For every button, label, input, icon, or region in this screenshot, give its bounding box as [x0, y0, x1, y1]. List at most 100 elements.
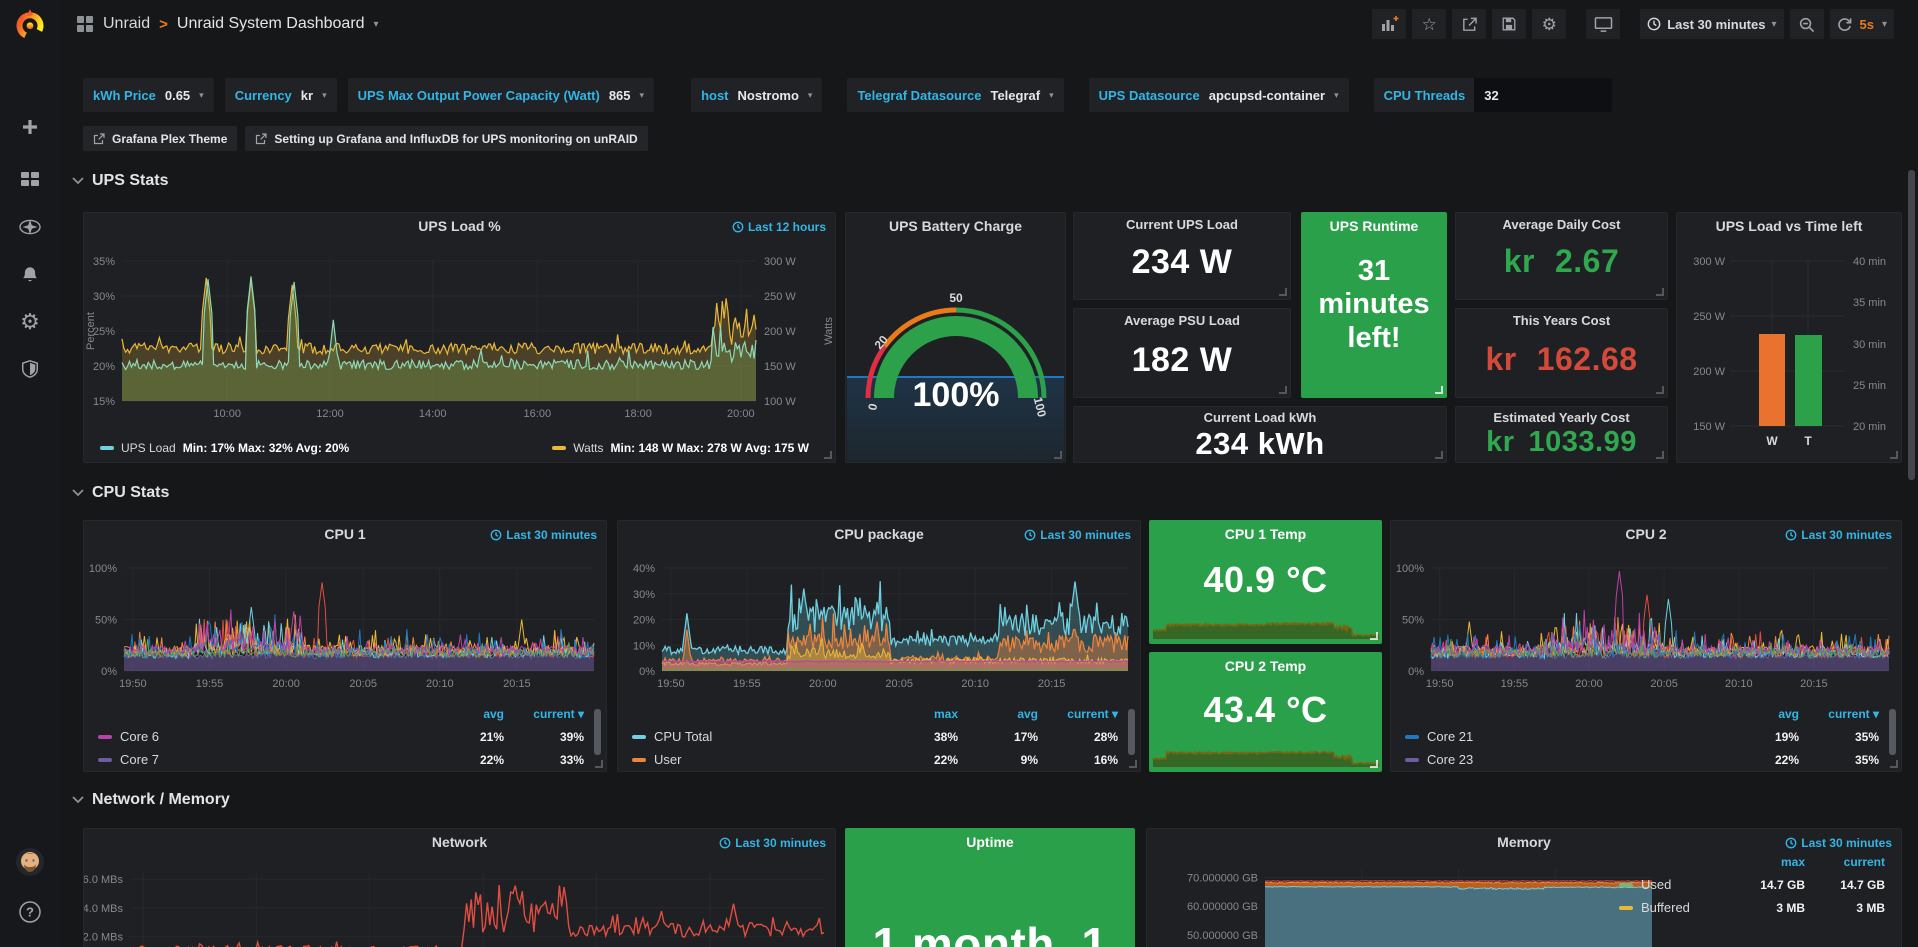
variable-value[interactable]: 0.65 [165, 88, 190, 103]
panel-title[interactable]: CPU 1 Temp [1150, 521, 1381, 548]
panel-title[interactable]: UPS Battery Charge [846, 213, 1065, 240]
stat-value: kr1033.99 [1456, 426, 1667, 459]
panel-title[interactable]: Average Daily Cost [1456, 213, 1667, 237]
breadcrumb-folder[interactable]: Unraid [103, 15, 150, 33]
variable-currency[interactable]: Currencykr▾ [225, 78, 337, 112]
svg-text:20:00: 20:00 [727, 408, 755, 420]
explore-compass-icon[interactable] [0, 207, 60, 247]
variable-label: UPS Datasource [1099, 88, 1200, 103]
time-range-picker[interactable]: Last 30 minutes ▾ [1640, 9, 1783, 39]
panel-title[interactable]: Average PSU Load [1074, 309, 1290, 333]
grafana-logo[interactable] [7, 2, 53, 48]
clock-icon [719, 837, 731, 849]
legend-series[interactable]: Core 21 [1405, 729, 1719, 744]
legend-sort-current[interactable]: current ▾ [1044, 707, 1118, 721]
legend-series[interactable]: Core 23 [1405, 752, 1719, 767]
dashboard-scrollbar[interactable] [1908, 170, 1915, 480]
svg-text:20:10: 20:10 [426, 678, 454, 690]
legend-sort-max[interactable]: max [1731, 855, 1805, 869]
external-link-icon [255, 133, 267, 145]
legend-item[interactable]: WattsMin: 148 W Max: 278 W Avg: 175 W [552, 441, 809, 455]
panel-title[interactable]: Current Load kWh [1074, 407, 1446, 427]
save-button[interactable] [1492, 9, 1526, 39]
panel-title[interactable]: UPS Load vs Time left [1677, 213, 1901, 240]
legend-sort-avg[interactable]: avg [430, 707, 504, 721]
panel-title[interactable]: Uptime [846, 829, 1134, 856]
tv-cycle-button[interactable] [1586, 9, 1620, 39]
svg-text:60.000000 GB: 60.000000 GB [1187, 901, 1258, 913]
legend-item[interactable]: UPS LoadMin: 17% Max: 32% Avg: 20% [100, 441, 349, 455]
variable-value[interactable]: Telegraf [990, 88, 1040, 103]
create-plus-icon[interactable] [0, 107, 60, 147]
variable-input[interactable]: 32 [1474, 78, 1612, 112]
share-button[interactable] [1452, 9, 1486, 39]
variable-value[interactable]: apcupsd-container [1209, 88, 1325, 103]
legend-series[interactable]: CPU Total [632, 729, 878, 744]
series-color-swatch [98, 758, 112, 762]
legend-scrollbar[interactable] [1128, 709, 1135, 755]
legend-series[interactable]: Core 6 [98, 729, 424, 744]
dashboard-settings-gear-button[interactable]: ⚙ [1532, 9, 1566, 39]
legend-scrollbar[interactable] [1889, 709, 1896, 755]
dashboard-title[interactable]: Unraid System Dashboard [177, 15, 365, 33]
refresh-interval[interactable]: 5s [1860, 17, 1874, 32]
svg-text:30 min: 30 min [1853, 339, 1886, 351]
panel-title[interactable]: UPS Runtime [1302, 213, 1446, 240]
variable-ups-max-output-power-capacity-watt-[interactable]: UPS Max Output Power Capacity (Watt)865▾ [348, 78, 654, 112]
zoom-out-button[interactable] [1790, 9, 1824, 39]
legend-sort-max[interactable]: max [884, 707, 958, 721]
variable-kwh-price[interactable]: kWh Price0.65▾ [83, 78, 214, 112]
legend-sort-avg[interactable]: avg [1725, 707, 1799, 721]
add-panel-button[interactable] [1372, 9, 1406, 39]
user-avatar[interactable] [0, 842, 60, 882]
panel-title[interactable]: Estimated Yearly Cost [1456, 407, 1667, 427]
legend-series[interactable]: Buffered [1619, 900, 1725, 915]
clock-icon [732, 221, 744, 233]
refresh-button[interactable]: 5s ▾ [1830, 9, 1895, 39]
svg-text:300 W: 300 W [1693, 256, 1725, 268]
legend-series[interactable]: Used [1619, 877, 1725, 892]
legend-table: avgcurrent ▾Core 2119%35%Core 2322%35% [1405, 707, 1879, 767]
dashboard-link[interactable]: Grafana Plex Theme [83, 126, 237, 151]
legend-sort-current[interactable]: current ▾ [1805, 707, 1879, 721]
variable-label: Currency [235, 88, 292, 103]
alerting-bell-icon[interactable] [0, 255, 60, 295]
legend-sort-current[interactable]: current [1811, 855, 1885, 869]
legend-sort-current[interactable]: current ▾ [510, 707, 584, 721]
variable-cpu-threads[interactable]: CPU Threads32 [1374, 78, 1613, 112]
section-cpu-stats[interactable]: CPU Stats [72, 484, 169, 502]
server-admin-shield-icon[interactable] [0, 349, 60, 389]
panel-title[interactable]: Current UPS Load [1074, 213, 1290, 237]
dashboard-link[interactable]: Setting up Grafana and InfluxDB for UPS … [245, 126, 647, 151]
svg-text:19:55: 19:55 [196, 678, 224, 690]
external-link-icon [93, 133, 105, 145]
dashboard-grid-icon[interactable] [76, 15, 94, 33]
variable-value[interactable]: 865 [609, 88, 631, 103]
legend-sort-avg[interactable]: avg [964, 707, 1038, 721]
panel-title[interactable]: CPU 2 Temp [1150, 653, 1381, 680]
caret-down-icon[interactable]: ▾ [374, 19, 379, 30]
variable-telegraf-datasource[interactable]: Telegraf DatasourceTelegraf▾ [847, 78, 1063, 112]
panel-title[interactable]: UPS Load % [84, 213, 835, 240]
variable-ups-datasource[interactable]: UPS Datasourceapcupsd-container▾ [1089, 78, 1349, 112]
variable-host[interactable]: hostNostromo▾ [691, 78, 822, 112]
variable-value[interactable]: kr [301, 88, 313, 103]
svg-text:20:10: 20:10 [961, 678, 989, 690]
help-icon[interactable]: ? [0, 892, 60, 932]
section-network-memory[interactable]: Network / Memory [72, 791, 230, 809]
configuration-gear-icon[interactable]: ⚙ [0, 302, 60, 342]
section-ups-stats[interactable]: UPS Stats [72, 172, 168, 190]
legend-series[interactable]: User [632, 752, 878, 767]
dashboards-icon[interactable] [0, 159, 60, 199]
panel-ups-battery-charge: UPS Battery Charge 0 20 50 100 100% [845, 212, 1066, 463]
variable-value[interactable]: Nostromo [738, 88, 799, 103]
panel-title[interactable]: This Years Cost [1456, 309, 1667, 333]
svg-text:100 W: 100 W [764, 396, 796, 408]
svg-text:30%: 30% [633, 589, 655, 601]
svg-text:100: 100 [1031, 396, 1050, 419]
legend-scrollbar[interactable] [594, 709, 601, 755]
legend-series[interactable]: Core 7 [98, 752, 424, 767]
stat-value: 182 W [1074, 341, 1290, 380]
series-color-swatch [98, 735, 112, 739]
star-button[interactable]: ☆ [1412, 9, 1446, 39]
